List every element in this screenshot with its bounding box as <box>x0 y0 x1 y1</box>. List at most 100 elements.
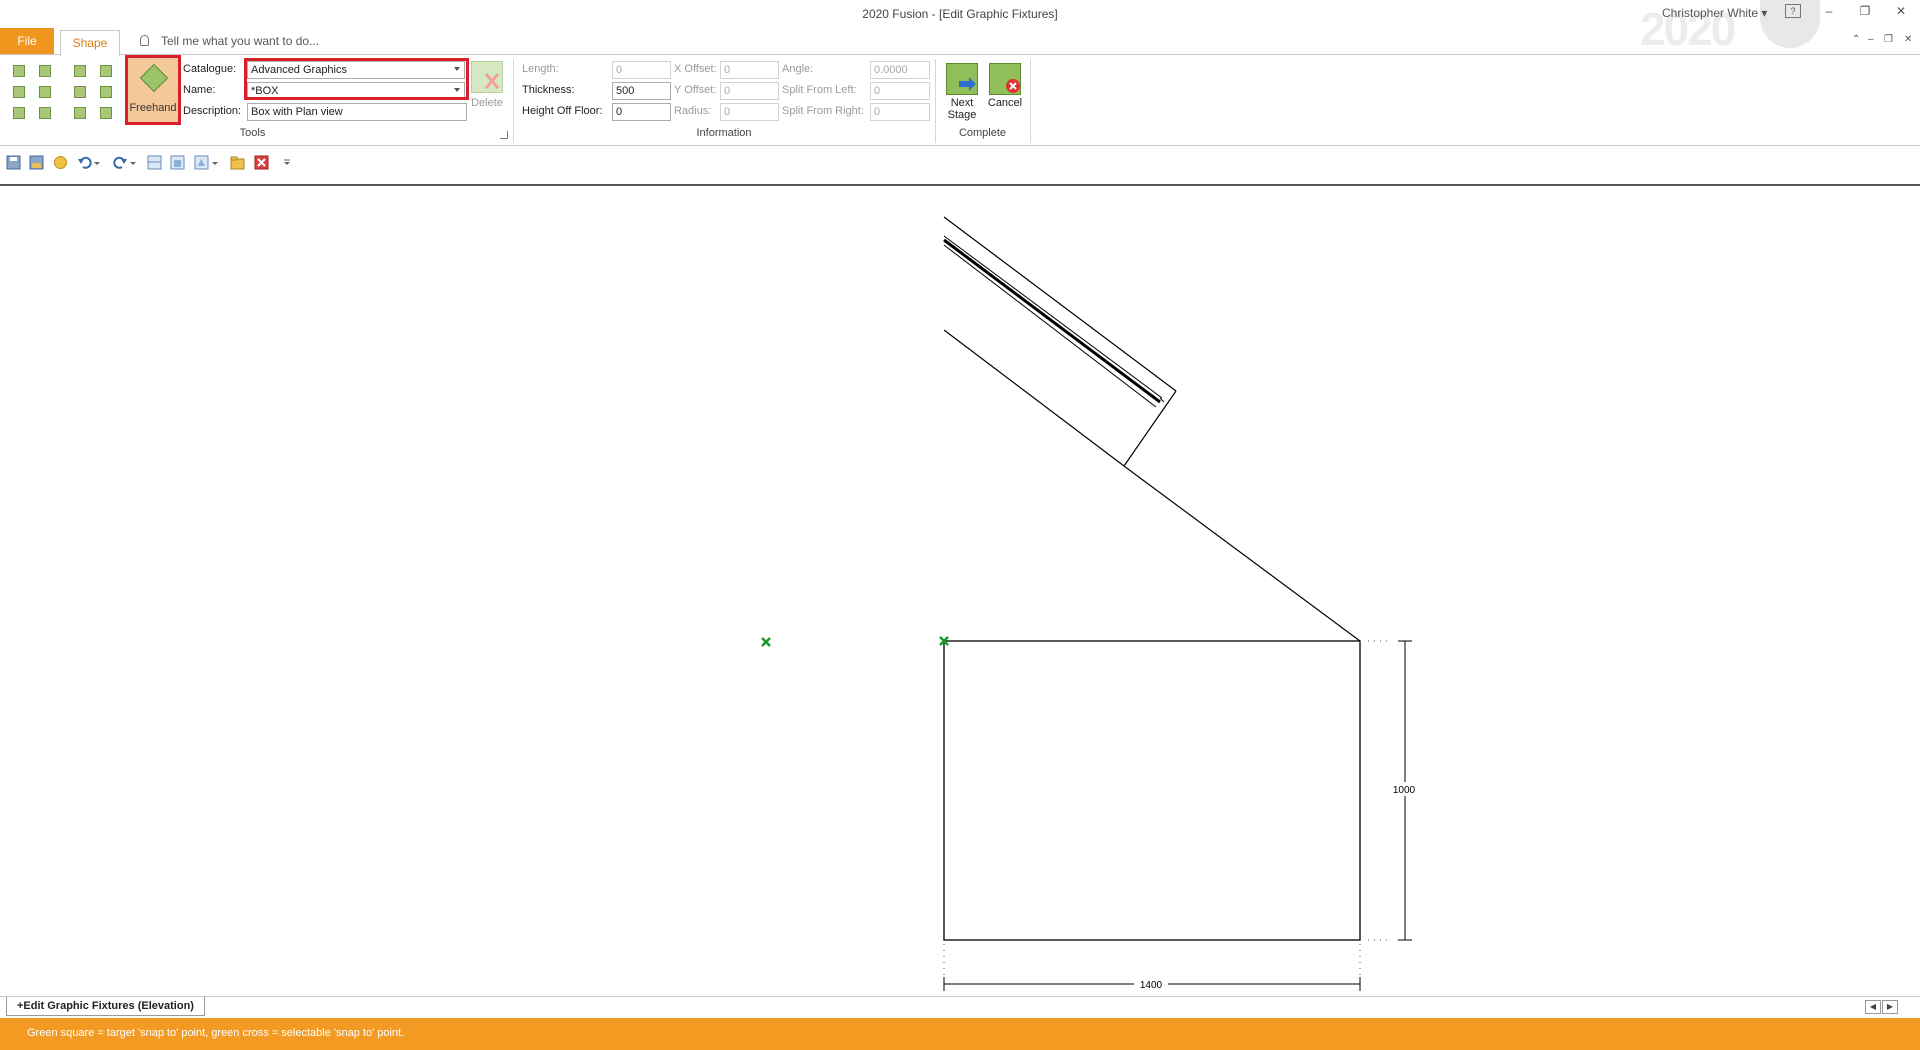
x-offset-input[interactable]: 0 <box>720 61 779 79</box>
shape-tool-icon-1[interactable] <box>11 63 25 77</box>
tell-me-search[interactable]: Tell me what you want to do... <box>140 34 319 48</box>
width-dimension-label: 1400 <box>1140 980 1163 991</box>
sheet-tab-bar: +Edit Graphic Fixtures (Elevation) ◀ ▶ <box>0 996 1920 1017</box>
save-as-icon[interactable] <box>29 155 44 170</box>
description-label: Description: <box>183 105 242 117</box>
tab-shape[interactable]: Shape <box>60 30 120 56</box>
information-group-label: Information <box>696 127 752 139</box>
group-divider <box>1030 59 1031 143</box>
delete-label: Delete <box>471 97 503 109</box>
perspective-view-icon[interactable] <box>194 155 209 170</box>
thickness-label: Thickness: <box>522 84 575 96</box>
x-offset-label: X Offset: <box>674 63 717 75</box>
elevation-view-icon[interactable] <box>170 155 185 170</box>
height-off-floor-label: Height Off Floor: <box>522 105 603 117</box>
shape-tool-icon-6[interactable] <box>37 84 51 98</box>
minimize-button[interactable]: – <box>1816 4 1842 22</box>
help-icon[interactable]: ? <box>1785 4 1801 18</box>
shape-tool-icon-2[interactable] <box>37 63 51 77</box>
y-offset-label: Y Offset: <box>674 84 717 96</box>
length-label: Length: <box>522 63 559 75</box>
redo-icon[interactable] <box>113 155 128 170</box>
shape-tool-icon-9[interactable] <box>11 105 25 119</box>
radius-input[interactable]: 0 <box>720 103 779 121</box>
thickness-input[interactable]: 500 <box>612 82 671 100</box>
snap-point-cross[interactable] <box>761 637 771 647</box>
open-folder-icon[interactable] <box>230 155 245 170</box>
next-stage-icon <box>946 63 978 95</box>
box-elevation[interactable] <box>943 640 1361 941</box>
delete-icon <box>471 61 503 93</box>
name-label: Name: <box>183 84 216 96</box>
user-menu[interactable]: Christopher White ▾ <box>1662 6 1767 20</box>
highlight-frame <box>244 58 469 100</box>
ribbon: Freehand Catalogue: Advanced Graphics Na… <box>0 54 1920 146</box>
customize-toolbar-icon[interactable] <box>283 155 291 170</box>
split-from-left-input[interactable]: 0 <box>870 82 930 100</box>
doc-minimize-button[interactable]: – <box>1868 34 1874 45</box>
doc-close-button[interactable]: ✕ <box>1904 34 1912 45</box>
description-input[interactable]: Box with Plan view <box>247 103 467 121</box>
next-stage-label-1: Next <box>950 97 974 109</box>
redo-dropdown-icon[interactable] <box>129 155 137 170</box>
y-offset-input[interactable]: 0 <box>720 82 779 100</box>
ribbon-tabs: File Shape Tell me what you want to do..… <box>0 28 1920 56</box>
freehand-button[interactable]: Freehand <box>125 55 181 125</box>
title-bar: 2020 Fusion - [Edit Graphic Fixtures] 20… <box>0 0 1920 55</box>
split-from-right-label: Split From Right: <box>782 105 864 117</box>
save-icon[interactable] <box>6 155 21 170</box>
shape-tool-icon-12[interactable] <box>98 105 112 119</box>
doc-restore-button[interactable]: ❐ <box>1884 34 1893 45</box>
delete-button[interactable]: Delete <box>470 61 504 109</box>
ribbon-collapse-icon[interactable]: ⌃ <box>1852 34 1860 45</box>
status-bar: Green square = target 'snap to' point, g… <box>0 1018 1920 1050</box>
shape-tool-icon-3[interactable] <box>72 63 86 77</box>
scroll-left-icon[interactable]: ◀ <box>1865 1000 1881 1014</box>
dialog-launcher-icon[interactable] <box>500 131 508 139</box>
shape-tool-icon-7[interactable] <box>72 84 86 98</box>
user-name: Christopher White <box>1662 6 1759 20</box>
shape-tool-icon-11[interactable] <box>72 105 86 119</box>
shape-tool-icon-4[interactable] <box>98 63 112 77</box>
window-title: 2020 Fusion - [Edit Graphic Fixtures] <box>862 7 1058 21</box>
complete-group-label: Complete <box>958 127 1007 139</box>
tools-group-label: Tools <box>239 127 266 139</box>
catalogue-label: Catalogue: <box>183 63 237 75</box>
radius-label: Radius: <box>674 105 712 117</box>
undo-icon[interactable] <box>77 155 92 170</box>
plan-view-icon[interactable] <box>147 155 162 170</box>
close-button[interactable]: ✕ <box>1888 4 1914 22</box>
freehand-icon <box>139 63 169 93</box>
shape-tool-icon-8[interactable] <box>98 84 112 98</box>
angle-input[interactable]: 0.0000 <box>870 61 930 79</box>
undo-dropdown-icon[interactable] <box>93 155 101 170</box>
height-off-floor-input[interactable]: 0 <box>612 103 671 121</box>
view-dropdown-icon[interactable] <box>211 155 219 170</box>
lightbulb-icon <box>140 35 149 46</box>
quick-access-toolbar <box>0 152 1920 174</box>
next-stage-label-2: Stage <box>947 109 977 121</box>
shape-tool-icon-5[interactable] <box>11 84 25 98</box>
tell-me-placeholder: Tell me what you want to do... <box>161 34 320 48</box>
tab-file[interactable]: File <box>0 28 54 55</box>
cancel-label: Cancel <box>987 97 1023 109</box>
split-from-left-label: Split From Left: <box>782 84 857 96</box>
close-file-icon[interactable] <box>254 155 269 170</box>
drawing-canvas[interactable]: 1000 1400 <box>0 184 1920 998</box>
height-dimension-label: 1000 <box>1393 785 1416 796</box>
length-input[interactable]: 0 <box>612 61 671 79</box>
info-icon[interactable] <box>53 155 68 170</box>
restore-button[interactable]: ❐ <box>1852 4 1878 22</box>
shape-tool-icon-10[interactable] <box>37 105 51 119</box>
chevron-down-icon: ▾ <box>1761 6 1768 20</box>
cancel-button[interactable]: Cancel <box>985 63 1025 109</box>
plan-outline <box>943 216 1361 642</box>
scroll-right-icon[interactable]: ▶ <box>1882 1000 1898 1014</box>
next-stage-button[interactable]: Next Stage <box>943 63 981 121</box>
split-from-right-input[interactable]: 0 <box>870 103 930 121</box>
extension-lines <box>943 640 1392 976</box>
angle-label: Angle: <box>782 63 814 75</box>
freehand-label: Freehand <box>129 102 177 114</box>
sheet-tab-elevation[interactable]: +Edit Graphic Fixtures (Elevation) <box>6 997 205 1016</box>
drawing-svg: 1000 1400 <box>761 216 1422 991</box>
